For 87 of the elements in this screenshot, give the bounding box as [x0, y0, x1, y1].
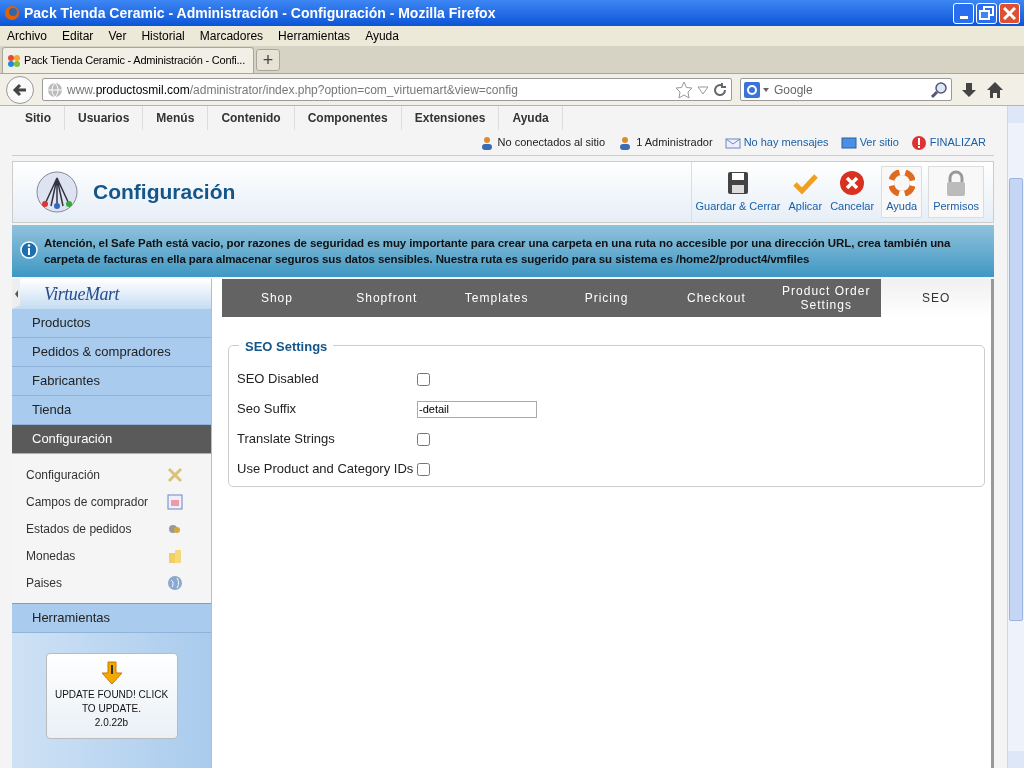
field-label: SEO Disabled — [237, 370, 320, 389]
close-button[interactable] — [999, 2, 1020, 24]
toolbar-button[interactable]: Aplicar — [784, 166, 827, 218]
sidebar-subitem[interactable]: Paises — [26, 573, 63, 592]
menu-item[interactable]: Marcadores — [199, 27, 264, 45]
browser-tab[interactable]: Pack Tienda Ceramic - Administración - Confi... — [2, 47, 254, 73]
download-arrow-icon — [99, 660, 124, 686]
status-link[interactable]: No hay mensajes — [743, 134, 829, 151]
monitor-icon — [840, 134, 857, 151]
field-label: Translate Strings — [237, 430, 336, 449]
admin-menu-item[interactable]: Usuarios — [65, 106, 144, 130]
sidebar-subitem[interactable]: Estados de pedidos — [26, 519, 132, 538]
restore-button[interactable] — [976, 2, 997, 24]
settings-tab[interactable]: Templates — [441, 279, 552, 317]
field-label: Use Product and Category IDs — [237, 460, 415, 479]
sidebar-item[interactable]: Configuración — [12, 425, 211, 454]
lifebuoy-icon — [888, 169, 915, 196]
admin-menu-item[interactable]: Menús — [143, 106, 209, 130]
checkbox[interactable] — [417, 462, 430, 476]
text-field[interactable]: -detail — [417, 400, 537, 418]
checkbox[interactable] — [417, 372, 430, 386]
back-button[interactable] — [6, 75, 34, 104]
menu-item[interactable]: Historial — [141, 27, 185, 45]
sidebar-subitem[interactable]: Monedas — [26, 546, 76, 565]
status-text: 1 Administrador — [636, 135, 713, 151]
toolbar-button[interactable]: Ayuda — [881, 166, 923, 218]
cancel-icon — [839, 169, 866, 196]
form-icon — [167, 493, 183, 510]
minimize-icon — [959, 15, 968, 19]
toolbar-button[interactable]: Guardar & Cerrar — [691, 166, 785, 218]
search-icon[interactable] — [930, 80, 948, 99]
settings-tab[interactable]: Product Order Settings — [771, 279, 882, 317]
new-tab-button[interactable]: + — [256, 49, 280, 71]
page-title: Configuración — [93, 179, 237, 206]
toolbar-button[interactable]: Cancelar — [826, 166, 879, 218]
sidebar-subitem[interactable]: Configuración — [26, 465, 101, 484]
power-icon — [910, 134, 927, 151]
globe-icon — [47, 81, 63, 98]
menu-item[interactable]: Archivo — [7, 27, 47, 45]
admin-menu-item[interactable]: Ayuda — [499, 106, 563, 130]
settings-tab[interactable]: SEO — [881, 279, 991, 317]
site-icon — [7, 53, 21, 68]
collapse-handle-icon[interactable] — [12, 279, 20, 309]
download-icon[interactable] — [960, 80, 978, 99]
reload-icon[interactable] — [713, 82, 727, 97]
coins-icon — [167, 547, 183, 564]
status-link[interactable]: Ver sitio — [859, 134, 899, 151]
menu-item[interactable]: Herramientas — [278, 27, 351, 45]
settings-tab[interactable]: Checkout — [661, 279, 772, 317]
star-icon[interactable] — [675, 80, 693, 99]
address-bar[interactable]: www.productosmil.com/administrator/index.php?option=com_virtuemart&view=config — [42, 78, 732, 101]
dropdown-icon[interactable] — [697, 83, 709, 96]
update-text: UPDATE FOUND! CLICK TO UPDATE. 2.0.22b — [54, 688, 169, 730]
settings-tab[interactable]: Pricing — [551, 279, 662, 317]
status-link[interactable]: FINALIZAR — [929, 134, 986, 151]
admin-menu-item[interactable]: Componentes — [294, 106, 402, 130]
search-engine-icon[interactable] — [744, 81, 770, 98]
firefox-icon — [4, 5, 20, 21]
minimize-button[interactable] — [953, 2, 974, 24]
admin-menu-item[interactable]: Sitio — [12, 106, 65, 130]
tab-title: Pack Tienda Ceramic - Administración - Confi... — [24, 53, 246, 69]
status-text: No conectados al sitio — [497, 135, 606, 151]
settings-tab[interactable]: Shopfront — [331, 279, 442, 317]
menu-item[interactable]: Ayuda — [365, 27, 399, 45]
back-arrow-icon — [12, 81, 28, 98]
field-label: Seo Suffix — [237, 400, 298, 419]
checkbox[interactable] — [417, 432, 430, 446]
menu-item[interactable]: Editar — [62, 27, 94, 45]
admin-menu-item[interactable]: Extensiones — [401, 106, 500, 130]
url-text: www.productosmil.com/administrator/index.php?option=com_virtuemart&view=config — [67, 81, 519, 99]
update-button[interactable]: UPDATE FOUND! CLICK TO UPDATE. 2.0.22b — [45, 653, 178, 739]
virtuemart-logo: VirtueMart — [44, 282, 120, 306]
close-icon — [1003, 6, 1016, 20]
search-field[interactable]: Google — [740, 78, 952, 101]
alert-text: Atención, el Safe Path está vacio, por razones de seguridad es muy importante para crear una carpeta en una ruta no accesible por una dirección URL, crea también una carpeta de facturas en ella para almacenar seguros sus datos sensibles. Nuestra ruta es sugerido para su sistema es /home2/product4/vmfiles — [44, 236, 952, 267]
sidebar-subitem[interactable]: Campos de comprador — [26, 492, 149, 511]
settings-tab[interactable]: Shop — [222, 279, 332, 317]
menu-item[interactable]: Ver — [108, 27, 127, 45]
window-title: Pack Tienda Ceramic - Administración - Configuración - Mozilla Firefox — [24, 3, 497, 23]
search-input[interactable]: Google — [774, 80, 926, 99]
info-icon — [20, 241, 38, 259]
scrollbar[interactable] — [1007, 106, 1024, 768]
admin-menu-item[interactable]: Contenido — [208, 106, 295, 130]
globe-icon — [167, 574, 183, 591]
toolbar-button[interactable]: Permisos — [928, 166, 984, 218]
home-icon[interactable] — [986, 80, 1004, 99]
restore-icon — [979, 6, 994, 20]
